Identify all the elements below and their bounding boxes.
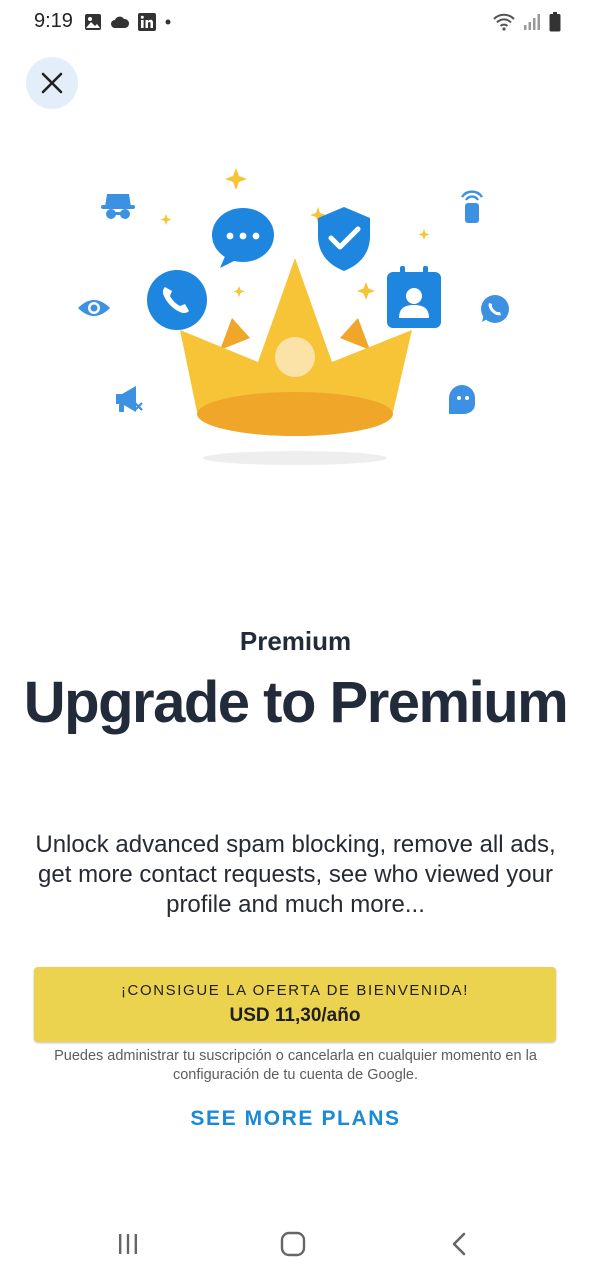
battery-icon: [549, 12, 561, 32]
status-time: 9:19: [34, 10, 73, 32]
crown-icon: [180, 258, 412, 436]
system-nav-bar: [0, 1212, 591, 1276]
home-button[interactable]: [269, 1220, 317, 1268]
whatsapp-icon: [481, 295, 509, 323]
offer-price: USD 11,30/año: [229, 1005, 361, 1026]
phone-call-icon: [147, 270, 207, 330]
back-button[interactable]: [435, 1220, 483, 1268]
offer-label: ¡CONSIGUE LA OFERTA DE BIENVENIDA!: [120, 982, 470, 999]
notification-dot-icon: [165, 19, 171, 25]
megaphone-muted-icon: [116, 386, 143, 412]
contact-card-icon: [387, 266, 441, 328]
image-icon: [85, 14, 101, 30]
linkedin-icon: [138, 13, 156, 31]
eye-icon: [78, 300, 110, 316]
ghost-icon: [449, 385, 475, 414]
back-icon: [452, 1232, 466, 1256]
chat-bubble-icon: [212, 208, 274, 268]
see-more-plans-link[interactable]: SEE MORE PLANS: [0, 1107, 591, 1131]
close-button[interactable]: [26, 57, 78, 109]
status-icons-right: [493, 12, 561, 32]
incognito-icon: [101, 194, 135, 219]
close-icon: [41, 72, 63, 94]
home-icon: [280, 1231, 306, 1257]
recents-icon: [119, 1234, 137, 1254]
shield-check-icon: [318, 207, 370, 271]
status-bar: 9:19: [0, 0, 591, 44]
signal-icon: [524, 14, 540, 30]
status-icons-left: [84, 12, 172, 32]
wifi-icon: [493, 13, 515, 31]
crown-shadow: [203, 451, 387, 465]
subscription-disclaimer: Puedes administrar tu suscripción o canc…: [54, 1048, 537, 1083]
premium-description: Unlock advanced spam blocking, remove al…: [35, 831, 556, 918]
page-title: Upgrade to Premium: [23, 670, 569, 735]
welcome-offer-button[interactable]: ¡CONSIGUE LA OFERTA DE BIENVENIDA! USD 1…: [34, 967, 556, 1042]
premium-crown-illustration: [78, 168, 509, 465]
cloud-icon: [111, 16, 130, 28]
plan-eyebrow: Premium: [239, 626, 352, 656]
recents-button[interactable]: [104, 1220, 152, 1268]
phone-signal-icon: [461, 190, 483, 223]
